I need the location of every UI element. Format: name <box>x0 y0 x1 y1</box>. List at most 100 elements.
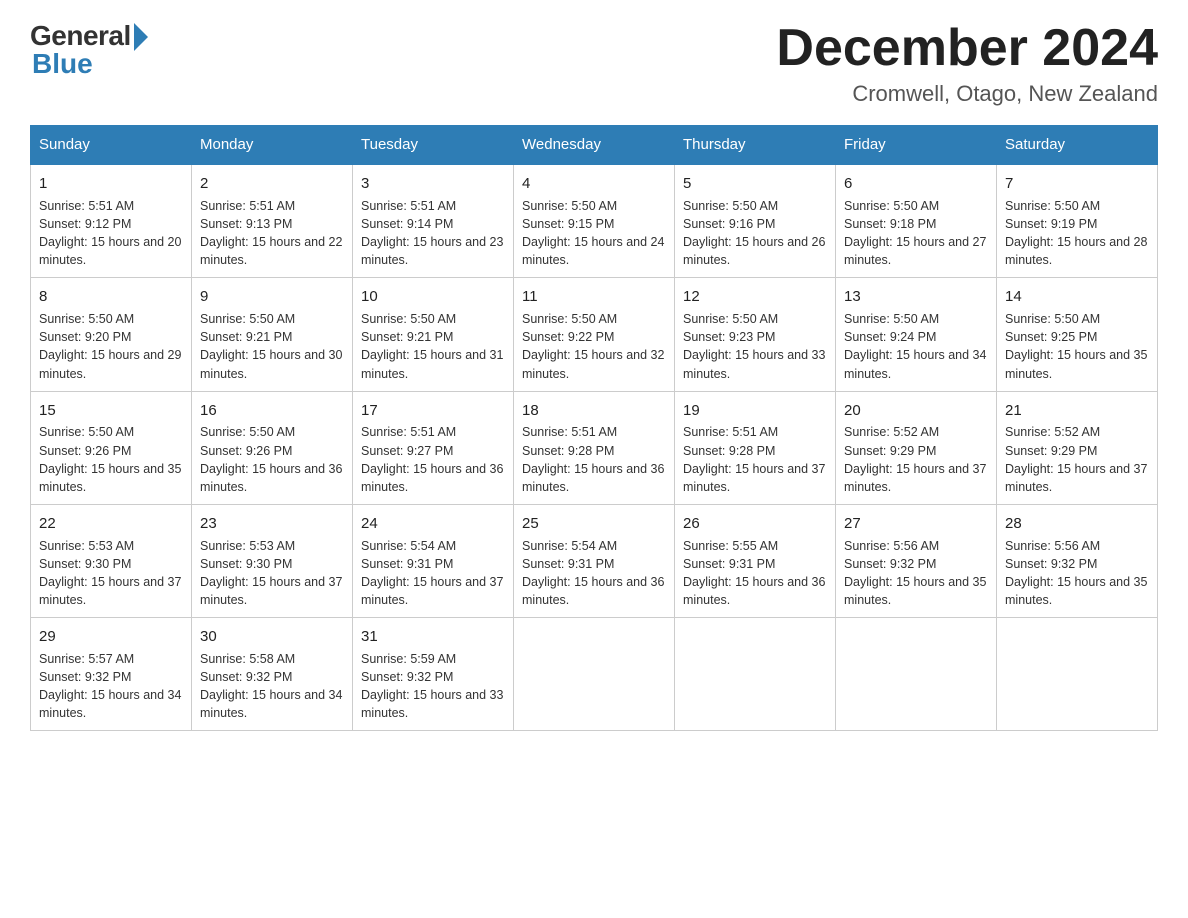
calendar-cell: 3Sunrise: 5:51 AMSunset: 9:14 PMDaylight… <box>353 164 514 278</box>
day-number: 17 <box>361 400 505 422</box>
page-header: General Blue December 2024 Cromwell, Ota… <box>30 20 1158 107</box>
day-info: Sunrise: 5:51 AMSunset: 9:12 PMDaylight:… <box>39 197 183 270</box>
calendar-table: SundayMondayTuesdayWednesdayThursdayFrid… <box>30 125 1158 731</box>
calendar-cell <box>675 618 836 731</box>
day-number: 22 <box>39 513 183 535</box>
header-row: SundayMondayTuesdayWednesdayThursdayFrid… <box>31 126 1158 165</box>
day-number: 3 <box>361 173 505 195</box>
header-cell-wednesday: Wednesday <box>514 126 675 165</box>
calendar-cell: 25Sunrise: 5:54 AMSunset: 9:31 PMDayligh… <box>514 504 675 617</box>
day-info: Sunrise: 5:50 AMSunset: 9:26 PMDaylight:… <box>39 423 183 496</box>
calendar-cell: 30Sunrise: 5:58 AMSunset: 9:32 PMDayligh… <box>192 618 353 731</box>
day-number: 11 <box>522 286 666 308</box>
day-info: Sunrise: 5:50 AMSunset: 9:25 PMDaylight:… <box>1005 310 1149 383</box>
calendar-cell: 1Sunrise: 5:51 AMSunset: 9:12 PMDaylight… <box>31 164 192 278</box>
day-number: 24 <box>361 513 505 535</box>
day-info: Sunrise: 5:50 AMSunset: 9:26 PMDaylight:… <box>200 423 344 496</box>
day-info: Sunrise: 5:50 AMSunset: 9:19 PMDaylight:… <box>1005 197 1149 270</box>
calendar-cell: 9Sunrise: 5:50 AMSunset: 9:21 PMDaylight… <box>192 278 353 391</box>
day-number: 7 <box>1005 173 1149 195</box>
day-info: Sunrise: 5:50 AMSunset: 9:20 PMDaylight:… <box>39 310 183 383</box>
day-number: 6 <box>844 173 988 195</box>
day-info: Sunrise: 5:52 AMSunset: 9:29 PMDaylight:… <box>844 423 988 496</box>
calendar-cell: 19Sunrise: 5:51 AMSunset: 9:28 PMDayligh… <box>675 391 836 504</box>
calendar-cell <box>997 618 1158 731</box>
calendar-cell: 4Sunrise: 5:50 AMSunset: 9:15 PMDaylight… <box>514 164 675 278</box>
day-info: Sunrise: 5:58 AMSunset: 9:32 PMDaylight:… <box>200 650 344 723</box>
calendar-title: December 2024 <box>776 20 1158 77</box>
day-number: 10 <box>361 286 505 308</box>
calendar-cell: 17Sunrise: 5:51 AMSunset: 9:27 PMDayligh… <box>353 391 514 504</box>
day-number: 29 <box>39 626 183 648</box>
day-info: Sunrise: 5:50 AMSunset: 9:16 PMDaylight:… <box>683 197 827 270</box>
calendar-cell: 16Sunrise: 5:50 AMSunset: 9:26 PMDayligh… <box>192 391 353 504</box>
calendar-cell: 22Sunrise: 5:53 AMSunset: 9:30 PMDayligh… <box>31 504 192 617</box>
calendar-week-row: 8Sunrise: 5:50 AMSunset: 9:20 PMDaylight… <box>31 278 1158 391</box>
calendar-cell: 24Sunrise: 5:54 AMSunset: 9:31 PMDayligh… <box>353 504 514 617</box>
day-info: Sunrise: 5:53 AMSunset: 9:30 PMDaylight:… <box>200 537 344 610</box>
logo-arrow-icon <box>134 23 148 51</box>
day-number: 9 <box>200 286 344 308</box>
calendar-cell: 31Sunrise: 5:59 AMSunset: 9:32 PMDayligh… <box>353 618 514 731</box>
calendar-cell: 2Sunrise: 5:51 AMSunset: 9:13 PMDaylight… <box>192 164 353 278</box>
logo: General Blue <box>30 20 148 80</box>
calendar-cell: 14Sunrise: 5:50 AMSunset: 9:25 PMDayligh… <box>997 278 1158 391</box>
calendar-cell: 10Sunrise: 5:50 AMSunset: 9:21 PMDayligh… <box>353 278 514 391</box>
calendar-cell <box>514 618 675 731</box>
day-number: 5 <box>683 173 827 195</box>
day-number: 30 <box>200 626 344 648</box>
calendar-cell: 8Sunrise: 5:50 AMSunset: 9:20 PMDaylight… <box>31 278 192 391</box>
day-number: 23 <box>200 513 344 535</box>
day-info: Sunrise: 5:50 AMSunset: 9:24 PMDaylight:… <box>844 310 988 383</box>
header-cell-friday: Friday <box>836 126 997 165</box>
calendar-body: 1Sunrise: 5:51 AMSunset: 9:12 PMDaylight… <box>31 164 1158 731</box>
calendar-header: SundayMondayTuesdayWednesdayThursdayFrid… <box>31 126 1158 165</box>
calendar-cell: 12Sunrise: 5:50 AMSunset: 9:23 PMDayligh… <box>675 278 836 391</box>
logo-text-blue: Blue <box>30 48 93 80</box>
day-number: 28 <box>1005 513 1149 535</box>
calendar-cell <box>836 618 997 731</box>
day-number: 12 <box>683 286 827 308</box>
day-info: Sunrise: 5:50 AMSunset: 9:21 PMDaylight:… <box>361 310 505 383</box>
day-number: 4 <box>522 173 666 195</box>
calendar-cell: 27Sunrise: 5:56 AMSunset: 9:32 PMDayligh… <box>836 504 997 617</box>
day-number: 20 <box>844 400 988 422</box>
day-info: Sunrise: 5:50 AMSunset: 9:18 PMDaylight:… <box>844 197 988 270</box>
day-info: Sunrise: 5:55 AMSunset: 9:31 PMDaylight:… <box>683 537 827 610</box>
day-number: 13 <box>844 286 988 308</box>
header-cell-saturday: Saturday <box>997 126 1158 165</box>
calendar-week-row: 15Sunrise: 5:50 AMSunset: 9:26 PMDayligh… <box>31 391 1158 504</box>
calendar-week-row: 29Sunrise: 5:57 AMSunset: 9:32 PMDayligh… <box>31 618 1158 731</box>
day-info: Sunrise: 5:54 AMSunset: 9:31 PMDaylight:… <box>522 537 666 610</box>
header-cell-thursday: Thursday <box>675 126 836 165</box>
header-cell-tuesday: Tuesday <box>353 126 514 165</box>
day-info: Sunrise: 5:51 AMSunset: 9:28 PMDaylight:… <box>522 423 666 496</box>
day-info: Sunrise: 5:51 AMSunset: 9:28 PMDaylight:… <box>683 423 827 496</box>
calendar-week-row: 1Sunrise: 5:51 AMSunset: 9:12 PMDaylight… <box>31 164 1158 278</box>
title-block: December 2024 Cromwell, Otago, New Zeala… <box>776 20 1158 107</box>
day-info: Sunrise: 5:50 AMSunset: 9:23 PMDaylight:… <box>683 310 827 383</box>
calendar-cell: 11Sunrise: 5:50 AMSunset: 9:22 PMDayligh… <box>514 278 675 391</box>
day-info: Sunrise: 5:50 AMSunset: 9:21 PMDaylight:… <box>200 310 344 383</box>
calendar-cell: 6Sunrise: 5:50 AMSunset: 9:18 PMDaylight… <box>836 164 997 278</box>
calendar-cell: 7Sunrise: 5:50 AMSunset: 9:19 PMDaylight… <box>997 164 1158 278</box>
day-info: Sunrise: 5:57 AMSunset: 9:32 PMDaylight:… <box>39 650 183 723</box>
day-info: Sunrise: 5:59 AMSunset: 9:32 PMDaylight:… <box>361 650 505 723</box>
calendar-cell: 18Sunrise: 5:51 AMSunset: 9:28 PMDayligh… <box>514 391 675 504</box>
day-number: 26 <box>683 513 827 535</box>
day-info: Sunrise: 5:56 AMSunset: 9:32 PMDaylight:… <box>1005 537 1149 610</box>
day-number: 1 <box>39 173 183 195</box>
calendar-cell: 13Sunrise: 5:50 AMSunset: 9:24 PMDayligh… <box>836 278 997 391</box>
day-info: Sunrise: 5:54 AMSunset: 9:31 PMDaylight:… <box>361 537 505 610</box>
calendar-cell: 26Sunrise: 5:55 AMSunset: 9:31 PMDayligh… <box>675 504 836 617</box>
day-info: Sunrise: 5:51 AMSunset: 9:13 PMDaylight:… <box>200 197 344 270</box>
calendar-cell: 20Sunrise: 5:52 AMSunset: 9:29 PMDayligh… <box>836 391 997 504</box>
day-info: Sunrise: 5:50 AMSunset: 9:15 PMDaylight:… <box>522 197 666 270</box>
calendar-cell: 5Sunrise: 5:50 AMSunset: 9:16 PMDaylight… <box>675 164 836 278</box>
day-info: Sunrise: 5:50 AMSunset: 9:22 PMDaylight:… <box>522 310 666 383</box>
day-number: 31 <box>361 626 505 648</box>
calendar-subtitle: Cromwell, Otago, New Zealand <box>776 81 1158 107</box>
day-number: 21 <box>1005 400 1149 422</box>
day-info: Sunrise: 5:51 AMSunset: 9:14 PMDaylight:… <box>361 197 505 270</box>
calendar-cell: 21Sunrise: 5:52 AMSunset: 9:29 PMDayligh… <box>997 391 1158 504</box>
